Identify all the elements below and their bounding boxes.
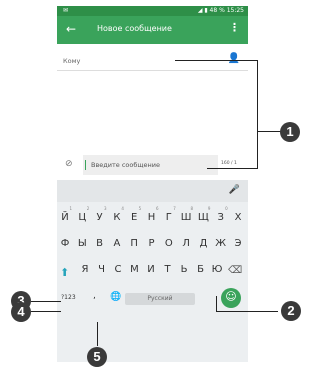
space-key-label: Русский bbox=[147, 295, 173, 302]
callout-4-line bbox=[31, 311, 61, 312]
compose-row: ⊘ Введите сообщение 160 / 1 bbox=[57, 152, 248, 178]
key[interactable]: Ж bbox=[213, 238, 229, 249]
key-hint-number: 4 bbox=[121, 206, 124, 211]
recipient-row[interactable]: Кому 👤 bbox=[57, 52, 248, 71]
status-bar: ✉ ◢ ▮ 48 % 15:25 bbox=[57, 6, 248, 16]
key[interactable]: Ф bbox=[57, 238, 73, 249]
status-right: ◢ ▮ 48 % 15:25 bbox=[197, 7, 244, 14]
message-notification-icon: ✉ bbox=[63, 7, 69, 14]
app-bar: ← Новое сообщение ⋮ bbox=[57, 16, 248, 44]
message-input[interactable]: Введите сообщение bbox=[83, 155, 218, 175]
key[interactable]: Н6 bbox=[144, 206, 160, 223]
person-add-icon[interactable]: 👤 bbox=[228, 53, 240, 64]
key[interactable]: Г7 bbox=[161, 206, 177, 223]
key[interactable]: Э bbox=[230, 238, 246, 249]
key[interactable]: Т bbox=[160, 264, 176, 275]
emoji-smile-icon: ☺ bbox=[225, 290, 237, 303]
key[interactable]: Б bbox=[193, 264, 209, 275]
key[interactable]: А bbox=[109, 238, 125, 249]
key-hint-number: 7 bbox=[173, 206, 176, 211]
key-hint-number: 9 bbox=[207, 206, 211, 211]
recipient-label: Кому bbox=[63, 57, 81, 65]
keyboard: 🎤 Й1Ц2У3К4Е5Н6Г7Ш8Щ9З0Х ФЫВАПРОЛДЖЭ ⬆ ⌫ … bbox=[57, 180, 248, 362]
key[interactable]: Д bbox=[195, 238, 211, 249]
key[interactable]: Я bbox=[77, 264, 93, 275]
key[interactable]: Щ9 bbox=[195, 206, 211, 223]
key-hint-number: 3 bbox=[104, 206, 107, 211]
callout-badge-2: 2 bbox=[281, 301, 301, 321]
key[interactable]: Л bbox=[178, 238, 194, 249]
callout-5-line bbox=[97, 322, 98, 346]
key-hint-number: 6 bbox=[155, 206, 159, 211]
emoji-button[interactable]: ☺ bbox=[221, 288, 241, 308]
key[interactable]: Р bbox=[144, 238, 160, 249]
key-hint-number: 5 bbox=[138, 206, 142, 211]
key[interactable]: З0 bbox=[213, 206, 229, 223]
space-key[interactable]: Русский bbox=[125, 293, 195, 305]
shift-icon[interactable]: ⬆ bbox=[60, 266, 74, 279]
key[interactable]: Ш8 bbox=[178, 206, 194, 223]
key[interactable]: Ч bbox=[94, 264, 110, 275]
more-vert-icon[interactable]: ⋮ bbox=[229, 21, 240, 34]
backspace-icon[interactable]: ⌫ bbox=[228, 265, 242, 276]
key[interactable]: О bbox=[161, 238, 177, 249]
suggestion-bar: 🎤 bbox=[57, 180, 248, 202]
key-hint-number: 8 bbox=[190, 206, 194, 211]
globe-icon[interactable]: 🌐 bbox=[110, 292, 121, 302]
message-placeholder: Введите сообщение bbox=[91, 161, 160, 169]
key[interactable]: В bbox=[92, 238, 108, 249]
key[interactable]: У3 bbox=[92, 206, 108, 223]
key-hint-number: 0 bbox=[225, 206, 228, 211]
callout-1-line-bottom bbox=[207, 168, 258, 169]
key-hint-number: 2 bbox=[86, 206, 90, 211]
comma-key[interactable]: , bbox=[93, 291, 96, 301]
paperclip-icon[interactable]: ⊘ bbox=[65, 159, 73, 169]
key[interactable]: Ь bbox=[176, 264, 192, 275]
callout-2-line bbox=[216, 311, 278, 312]
text-caret bbox=[85, 160, 86, 170]
keyboard-row-4: ?123 , 🌐 Русский ☺ bbox=[57, 288, 248, 308]
key-hint-number: 1 bbox=[69, 206, 72, 211]
key[interactable]: М bbox=[127, 264, 143, 275]
key[interactable]: Ю bbox=[209, 264, 225, 275]
callout-2-line-stem bbox=[216, 296, 217, 312]
keyboard-row-3: ⬆ ⌫ ЯЧСМИТЬБЮ bbox=[57, 264, 248, 280]
key[interactable]: Е5 bbox=[126, 206, 142, 223]
key[interactable]: П bbox=[126, 238, 142, 249]
key[interactable]: И bbox=[143, 264, 159, 275]
key[interactable]: К4 bbox=[109, 206, 125, 223]
callout-1-line-branch bbox=[257, 131, 281, 132]
numbers-key[interactable]: ?123 bbox=[61, 294, 76, 301]
callout-3-line bbox=[31, 301, 61, 302]
key[interactable]: С bbox=[110, 264, 126, 275]
keyboard-row-2: ФЫВАПРОЛДЖЭ bbox=[57, 238, 248, 254]
key[interactable]: Х bbox=[230, 212, 246, 223]
callout-1-line-vertical bbox=[257, 60, 258, 168]
key[interactable]: Й1 bbox=[57, 206, 73, 223]
key[interactable]: Ы bbox=[74, 238, 90, 249]
app-bar-title: Новое сообщение bbox=[97, 24, 172, 33]
callout-1-line-top bbox=[175, 60, 257, 61]
mic-icon[interactable]: 🎤 bbox=[229, 185, 240, 195]
callout-badge-5: 5 bbox=[87, 347, 107, 367]
callout-badge-4: 4 bbox=[11, 302, 31, 322]
recipient-divider bbox=[57, 70, 248, 71]
key[interactable]: Ц2 bbox=[74, 206, 90, 223]
callout-badge-1: 1 bbox=[280, 122, 300, 142]
arrow-back-icon[interactable]: ← bbox=[66, 22, 76, 36]
char-counter: 160 / 1 bbox=[221, 161, 237, 166]
keyboard-row-1: Й1Ц2У3К4Е5Н6Г7Ш8Щ9З0Х bbox=[57, 206, 248, 228]
